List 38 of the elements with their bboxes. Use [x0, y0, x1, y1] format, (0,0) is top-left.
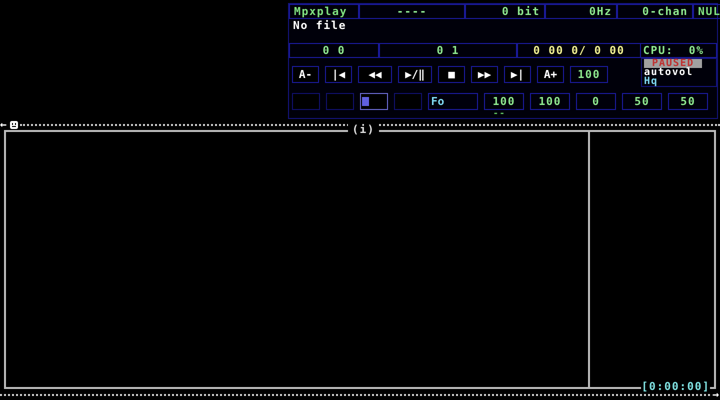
elapsed-time: [0:00:00] — [641, 381, 710, 393]
transport-button[interactable]: ▶/‖ — [398, 66, 432, 83]
left-arrow[interactable]: ← — [0, 119, 8, 130]
transport-button[interactable]: ■ — [438, 66, 465, 83]
info-cell: 0 bit — [465, 4, 545, 19]
toggle-button[interactable] — [394, 93, 422, 110]
counter-cell: 0 0 — [289, 43, 379, 58]
toggle-button[interactable] — [360, 93, 388, 110]
frame-title: (i) — [348, 123, 379, 137]
time-display: 0 00 0/ 0 00 — [517, 43, 641, 58]
quality-label: Hq — [644, 77, 658, 86]
transport-button[interactable]: ▶▶ — [471, 66, 498, 83]
toggle-button[interactable] — [292, 93, 320, 110]
autovol-label: autovol — [644, 68, 694, 77]
file-name: No file — [293, 19, 346, 32]
toggle-button[interactable]: Fo — [428, 93, 478, 110]
transport-button[interactable]: ▶| — [504, 66, 531, 83]
volume-value: 100 — [570, 66, 608, 83]
level-value: 0 — [576, 93, 616, 110]
right-arrow[interactable]: → — [712, 389, 720, 400]
paused-badge: PAUSED — [644, 59, 702, 68]
smiley-icon — [10, 120, 18, 128]
level-value: 50 — [622, 93, 662, 110]
info-cell: 0-chan — [617, 4, 693, 19]
toggle-button[interactable] — [326, 93, 354, 110]
info-cell: Mpxplay — [289, 4, 359, 19]
transport-button[interactable]: |◀ — [325, 66, 352, 83]
cpu-usage: CPU: 0% — [641, 43, 717, 58]
level-value: 100 — [530, 93, 570, 110]
level-value: 100 — [484, 93, 524, 110]
level-value: 50 — [668, 93, 708, 110]
transport-button[interactable]: ◀◀ — [358, 66, 392, 83]
counter-cell: 0 1 — [379, 43, 517, 58]
info-cell: ---- — [359, 4, 465, 19]
transport-button[interactable]: A- — [292, 66, 319, 83]
info-cell: 0Hz — [545, 4, 617, 19]
separator-mark: -- — [493, 110, 506, 118]
transport-button[interactable]: A+ — [537, 66, 564, 83]
